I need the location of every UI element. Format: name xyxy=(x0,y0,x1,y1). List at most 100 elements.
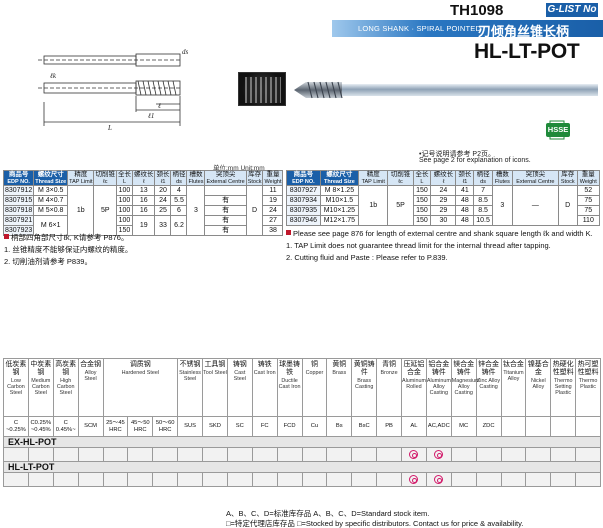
flutes-cell: 3 xyxy=(491,185,513,226)
l-cell: 16 xyxy=(131,205,156,216)
suitability-cell xyxy=(401,472,427,487)
ds-cell: 8.5 xyxy=(473,195,493,206)
ext-cell xyxy=(204,185,247,196)
suitability-cell xyxy=(500,447,527,462)
chamfer-cell: 5P xyxy=(93,185,117,236)
ds-cell: 10.5 xyxy=(473,215,493,226)
col-weight: 重量 Weight xyxy=(262,170,284,186)
material-abbr xyxy=(500,416,527,437)
col-chamfer: 切削锥 ℓc xyxy=(93,170,117,186)
material-abbr: SKD xyxy=(202,416,228,437)
material-header: 合金钢 Alloy Steel xyxy=(77,358,104,417)
L-cell: 150 xyxy=(412,215,432,226)
l1-cell: 48 xyxy=(455,215,475,226)
suitability-cell xyxy=(425,472,452,487)
edp-cell: 8307918 xyxy=(2,205,35,216)
l1-cell: 41 xyxy=(455,185,475,196)
l-cell: 30 xyxy=(430,215,457,226)
product-model: HL-LT-POT xyxy=(474,40,580,63)
weight-cell: 19 xyxy=(262,195,284,206)
l1-cell: 48 xyxy=(455,195,475,206)
col-ext-centre: 突顶尖 External Centre xyxy=(204,170,247,186)
material-abbr: AL xyxy=(401,416,427,437)
suitability-cell xyxy=(276,472,303,487)
material-abbr xyxy=(550,416,577,437)
suitability-cell xyxy=(351,472,378,487)
weight-cell: 24 xyxy=(262,205,284,216)
note-line: Please see page 876 for length of extern… xyxy=(286,228,593,240)
size-cell: M10×1.25 xyxy=(319,205,360,216)
suitability-cell xyxy=(102,472,129,487)
material-header: 铝合金铸件 Aluminum Alloy Casting xyxy=(425,358,452,417)
ds-cell: 7 xyxy=(473,185,493,196)
spec-header-row: 商品号 EDP NO. 螺纹尺寸 Thread Size 精度 TAP Limit 切… xyxy=(286,170,601,186)
svg-text:ds: ds xyxy=(182,48,189,56)
material-header: 球墨铸铁 Ductile Cast Iron xyxy=(276,358,303,417)
size-cell: M 4×0.7 xyxy=(33,195,69,206)
icon-note-en: See page 2 for explanation of icons. xyxy=(419,157,531,164)
notes-left: 柄部四角部尺寸ℓk, K请参考 P876。 1. 丝锥精度不能够保证内螺纹的精度… xyxy=(4,232,132,268)
ds-cell: 5.5 xyxy=(170,195,188,206)
L-cell: 100 xyxy=(115,195,133,206)
col-ds: 柄径 ds xyxy=(170,170,188,186)
suitability-cell xyxy=(425,447,452,462)
weight-cell: 110 xyxy=(576,215,601,226)
material-abbr: C ~0.25% xyxy=(3,416,29,437)
ds-cell: 8.5 xyxy=(473,205,493,216)
limit-cell: 1b xyxy=(358,185,389,226)
suitability-cell xyxy=(77,447,104,462)
ds-cell: 4 xyxy=(170,185,188,196)
ds-cell: 6 xyxy=(170,205,188,216)
weight-cell: 11 xyxy=(262,185,284,196)
material-header: 铸铁 Cast Iron xyxy=(251,358,278,417)
col-edp: 商品号 EDP NO. xyxy=(2,170,35,186)
weight-cell: 27 xyxy=(262,215,284,226)
col-stock: 库存 Stock xyxy=(557,170,578,186)
suitability-cell xyxy=(376,447,402,462)
suitability-cell xyxy=(152,472,179,487)
table-row: 8307912 M 3×0.5 1b 5P 100 13 20 4 3 D 11 xyxy=(2,185,284,236)
svg-text:ℓ: ℓ xyxy=(157,102,161,110)
weight-cell: 75 xyxy=(576,195,601,206)
red-square-icon xyxy=(286,230,291,235)
col-edp: 商品号 EDP NO. xyxy=(286,170,321,186)
header-subtitle: LONG SHANK · SPIRAL POINTED xyxy=(358,24,482,33)
material-abbr: SUS xyxy=(177,416,203,437)
L-cell: 150 xyxy=(412,205,432,216)
suitability-cell xyxy=(475,447,502,462)
material-header: 调质钢 Hardened Steel xyxy=(102,358,179,417)
tap-dimension-drawing: L ℓ ℓ1 ds ℓk xyxy=(38,48,189,132)
l1-cell: 24 xyxy=(154,195,172,206)
ext-cell: — xyxy=(511,185,559,226)
size-cell: M 8×1.25 xyxy=(319,185,360,196)
suitability-cell xyxy=(550,472,577,487)
note-line: 2. Cutting fluid and Paste : Please refe… xyxy=(286,253,448,262)
note-line: 1. 丝锥精度不能够保证内螺纹的精度。 xyxy=(4,245,133,254)
flutes-cell: 3 xyxy=(186,185,206,236)
ds-cell: 6.2 xyxy=(170,215,188,236)
suitability-cell xyxy=(475,472,502,487)
double-circle-icon xyxy=(434,450,444,459)
L-cell: 150 xyxy=(412,195,432,206)
suitability-cell xyxy=(226,447,253,462)
material-header: 锌合金铸件 Zinc Alloy Casting xyxy=(475,358,502,417)
L-cell: 100 xyxy=(115,185,133,196)
suitability-cell xyxy=(127,447,154,462)
stock-legend-distributor: □=特定代理店库存品 □=Stocked by specific distrib… xyxy=(226,519,524,528)
weight-cell: 75 xyxy=(576,205,601,216)
edp-cell: 8307915 xyxy=(2,195,35,206)
edp-cell: 8307927 xyxy=(286,185,321,196)
material-abbr: SCM xyxy=(77,416,104,437)
material-abbr: Bs xyxy=(326,416,353,437)
spec-table-left: 商品号 EDP NO. 螺纹尺寸 Thread Size 精度 TAP Limit 切… xyxy=(2,170,284,236)
spec-header-row: 商品号 EDP NO. 螺纹尺寸 Thread Size 精度 TAP Limit 切… xyxy=(2,170,284,186)
col-l: 螺纹长 ℓ xyxy=(430,170,457,186)
col-l1: 颈长 ℓ1 xyxy=(455,170,475,186)
edp-cell: 8307921 xyxy=(2,215,35,226)
note-line: 柄部四角部尺寸ℓk, K请参考 P876。 xyxy=(4,232,132,244)
table-row: 8307921 M 6×1 100 19 33 6.2 有 27 xyxy=(2,215,284,236)
material-header: 不锈钢 Stainless Steel xyxy=(177,358,203,417)
suitability-cell xyxy=(226,472,253,487)
tool-name: EX-HL-POT xyxy=(3,436,601,448)
limit-cell: 1b xyxy=(67,185,95,236)
